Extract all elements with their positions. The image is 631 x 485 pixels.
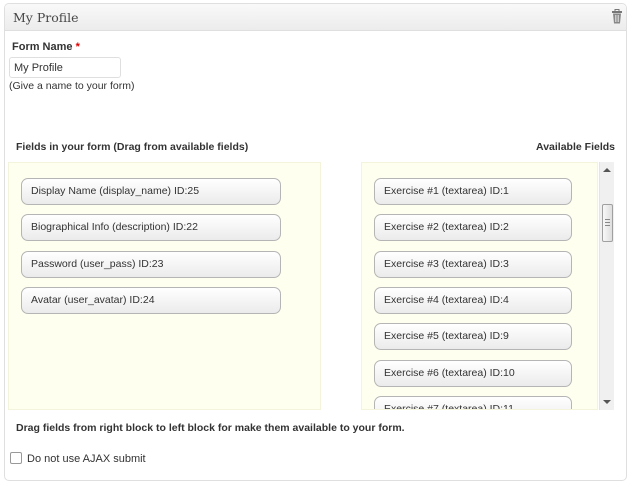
- form-name-label-text: Form Name: [12, 41, 73, 53]
- available-fields-list[interactable]: Exercise #1 (textarea) ID:1 Exercise #2 …: [361, 162, 598, 410]
- available-field-item[interactable]: Exercise #2 (textarea) ID:2: [374, 214, 572, 241]
- required-mark: *: [75, 41, 80, 53]
- available-fields-scrollbar[interactable]: [599, 162, 614, 410]
- scroll-grip-line: [605, 225, 610, 226]
- form-field-item[interactable]: Biographical Info (description) ID:22: [21, 214, 281, 241]
- scroll-grip-line: [605, 222, 610, 223]
- ajax-submit-checkbox[interactable]: [10, 452, 22, 464]
- available-field-item[interactable]: Exercise #1 (textarea) ID:1: [374, 178, 572, 205]
- form-name-hint: (Give a name to your form): [9, 80, 135, 92]
- panel-header: My Profile: [5, 4, 626, 31]
- trash-icon[interactable]: [611, 9, 623, 24]
- form-name-label: Form Name *: [12, 41, 80, 53]
- available-field-item[interactable]: Exercise #4 (textarea) ID:4: [374, 287, 572, 314]
- form-field-item[interactable]: Password (user_pass) ID:23: [21, 251, 281, 278]
- form-field-item[interactable]: Avatar (user_avatar) ID:24: [21, 287, 281, 314]
- available-fields-heading: Available Fields: [536, 141, 615, 153]
- available-field-item[interactable]: Exercise #3 (textarea) ID:3: [374, 251, 572, 278]
- form-fields-heading: Fields in your form (Drag from available…: [16, 141, 249, 153]
- panel-title: My Profile: [13, 10, 79, 25]
- drag-instructions: Drag fields from right block to left blo…: [16, 422, 405, 434]
- scroll-up-arrow-icon[interactable]: [603, 168, 611, 172]
- form-fields-drop-zone[interactable]: Display Name (display_name) ID:25 Biogra…: [8, 162, 321, 410]
- scroll-grip-line: [605, 219, 610, 220]
- scroll-thumb[interactable]: [602, 204, 613, 242]
- available-field-item[interactable]: Exercise #7 (textarea) ID:11: [374, 396, 572, 409]
- ajax-submit-label[interactable]: Do not use AJAX submit: [27, 453, 146, 465]
- available-field-item[interactable]: Exercise #5 (textarea) ID:9: [374, 323, 572, 350]
- form-field-item[interactable]: Display Name (display_name) ID:25: [21, 178, 281, 205]
- available-field-item[interactable]: Exercise #6 (textarea) ID:10: [374, 360, 572, 387]
- scroll-down-arrow-icon[interactable]: [603, 400, 611, 404]
- form-name-input[interactable]: [9, 57, 121, 78]
